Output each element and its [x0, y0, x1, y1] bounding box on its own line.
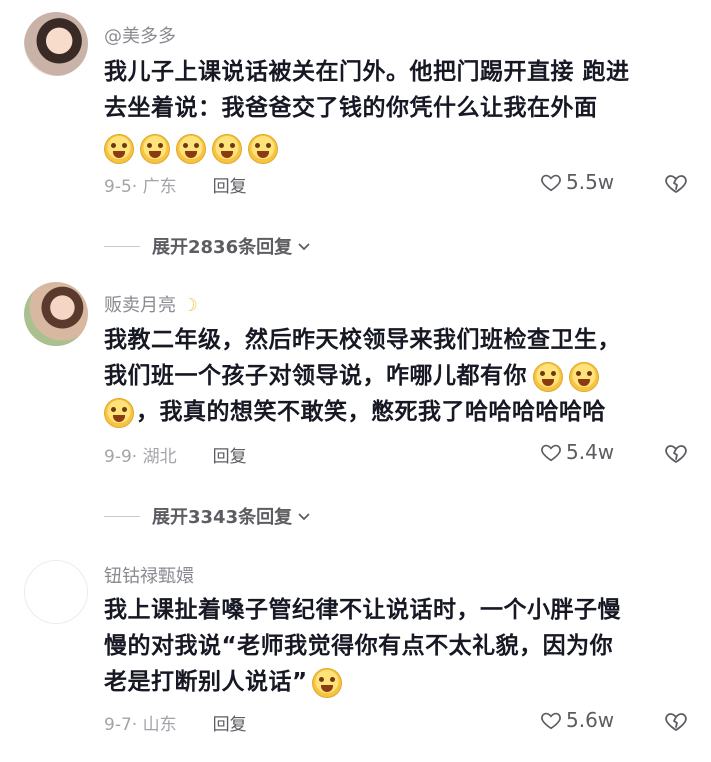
username[interactable]: @美多多 [104, 22, 176, 48]
comment-text-line: 去坐着说：我爸爸交了钱的你凭什么让我在外面 [104, 95, 598, 121]
expand-replies-button[interactable]: 展开3343条回复 [104, 503, 310, 529]
comment-text-line: 慢的对我说“老师我觉得你有点不太礼貌，因为你 [104, 633, 614, 659]
date-location: 9-7· 山东 [104, 715, 177, 735]
crying-emoji-icon [104, 133, 134, 164]
moon-icon: ☽ [181, 295, 198, 316]
divider [104, 245, 140, 247]
broken-heart-icon[interactable] [664, 171, 688, 195]
heart-outline-icon [541, 174, 561, 192]
divider [104, 515, 140, 517]
like-count: 5.6w [566, 708, 615, 732]
chevron-down-icon [298, 243, 310, 251]
laughing-emoji-icon [569, 361, 599, 392]
heart-outline-icon [541, 444, 561, 462]
like-button[interactable]: 5.6w [540, 708, 614, 732]
like-button[interactable]: 5.4w [540, 440, 614, 464]
reply-button[interactable]: 回复 [213, 177, 247, 197]
comment-text-segment: 老是打断别人说话” [104, 669, 308, 695]
comment-text-line: 我上课扯着嗓子管纪律不让说话时，一个小胖子慢 [104, 597, 621, 623]
username[interactable]: 钮钴禄甄嬛 [104, 562, 194, 588]
expand-replies-button[interactable]: 展开2836条回复 [104, 233, 310, 259]
comment-text-line: 我们班一个孩子对领导说，咋哪儿都有你 [104, 358, 684, 394]
username-text: 贩卖月亮 [104, 295, 176, 316]
laughing-emoji-icon [311, 667, 342, 698]
comment-text: 我教二年级，然后昨天校领导来我们班检查卫生， 我们班一个孩子对领导说，咋哪儿都有… [104, 322, 684, 430]
expand-replies-label: 展开3343条回复 [152, 507, 293, 528]
comment-text-segment: ，我真的想笑不敢笑，憋死我了哈哈哈哈哈哈 [136, 399, 606, 425]
comment-meta: 9-7· 山东 回复 [104, 710, 247, 735]
avatar[interactable] [24, 282, 88, 346]
expand-replies-label: 展开2836条回复 [152, 237, 293, 258]
emoji-row [104, 130, 684, 166]
comment-text-line: 我儿子上课说话被关在门外。他把门踢开直接 跑进 [104, 59, 630, 85]
comment-meta: 9-9· 湖北 回复 [104, 442, 247, 467]
avatar[interactable] [24, 560, 88, 624]
heart-outline-icon [541, 712, 561, 730]
comment-text-line: 老是打断别人说话” [104, 664, 684, 700]
laughing-emoji-icon [104, 397, 134, 428]
comment-meta: 9-5· 广东 回复 [104, 172, 247, 197]
crying-emoji-icon [212, 133, 242, 164]
comment-text: 我儿子上课说话被关在门外。他把门踢开直接 跑进 去坐着说：我爸爸交了钱的你凭什么… [104, 54, 684, 166]
like-count: 5.5w [566, 170, 615, 194]
like-count: 5.4w [566, 440, 615, 464]
crying-emoji-icon [140, 133, 170, 164]
comment-text-line: 我教二年级，然后昨天校领导来我们班检查卫生， [104, 327, 621, 353]
chevron-down-icon [298, 513, 310, 521]
comment-text-line: ，我真的想笑不敢笑，憋死我了哈哈哈哈哈哈 [104, 394, 684, 430]
comment-text: 我上课扯着嗓子管纪律不让说话时，一个小胖子慢 慢的对我说“老师我觉得你有点不太礼… [104, 592, 684, 700]
broken-heart-icon[interactable] [664, 441, 688, 465]
crying-emoji-icon [176, 133, 206, 164]
avatar[interactable] [24, 12, 88, 76]
reply-button[interactable]: 回复 [213, 447, 247, 467]
broken-heart-icon[interactable] [664, 709, 688, 733]
comment-text-segment: 我们班一个孩子对领导说，咋哪儿都有你 [104, 363, 527, 389]
crying-emoji-icon [248, 133, 278, 164]
date-location: 9-5· 广东 [104, 177, 177, 197]
reply-button[interactable]: 回复 [213, 715, 247, 735]
like-button[interactable]: 5.5w [540, 170, 614, 194]
date-location: 9-9· 湖北 [104, 447, 177, 467]
laughing-emoji-icon [533, 361, 563, 392]
username[interactable]: 贩卖月亮 ☽ [104, 291, 198, 317]
